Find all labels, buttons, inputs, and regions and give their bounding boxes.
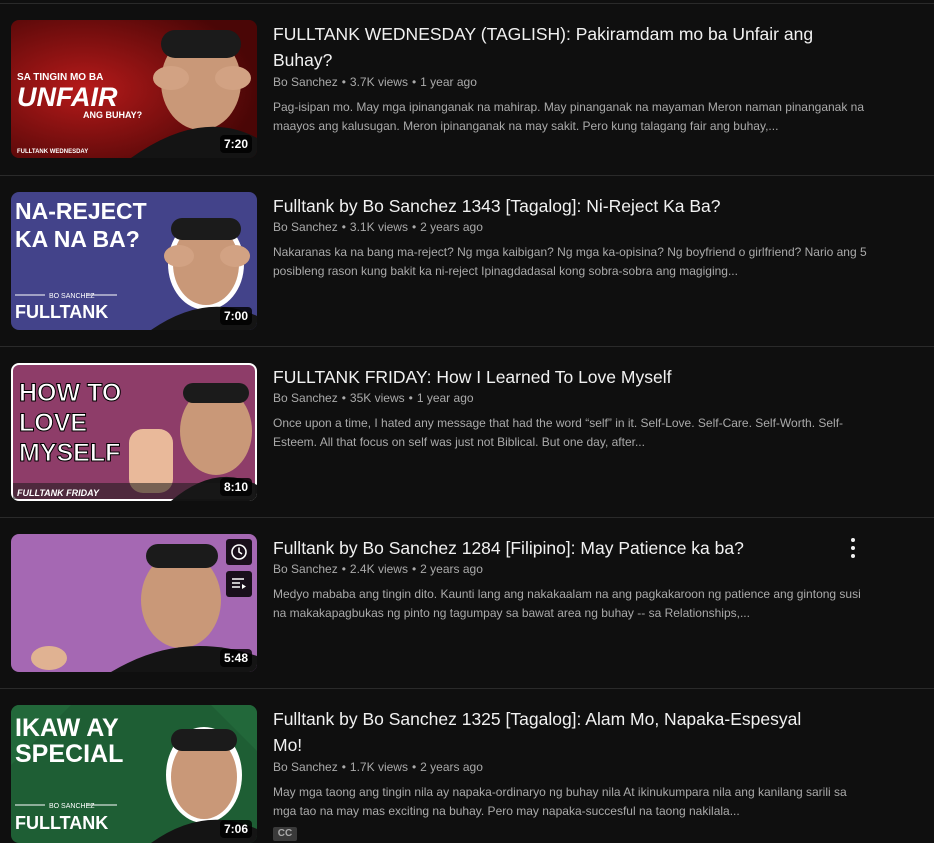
thumb-text: MYSELF [19, 439, 120, 467]
upload-age: 2 years ago [420, 760, 483, 774]
video-thumbnail[interactable]: 5:48 [11, 534, 257, 672]
channel-name[interactable]: Bo Sanchez [273, 220, 338, 234]
thumb-text: BO SANCHEZ [49, 293, 95, 300]
channel-name[interactable]: Bo Sanchez [273, 75, 338, 89]
video-row[interactable]: IKAW AY SPECIAL BO SANCHEZ FULLTANK 7:06… [0, 705, 934, 843]
upload-age: 2 years ago [420, 220, 483, 234]
video-meta: Bo Sanchez • 1.7K views • 2 years ago [273, 760, 483, 774]
thumb-text: UNFAIR [17, 82, 118, 112]
channel-name[interactable]: Bo Sanchez [273, 760, 338, 774]
video-thumbnail[interactable]: SA TINGIN MO BA UNFAIR ANG BUHAY? FULLTA… [11, 20, 257, 158]
upload-age: 2 years ago [420, 562, 483, 576]
video-duration: 7:00 [219, 307, 252, 325]
view-count: 1.7K views [349, 760, 408, 774]
thumb-text: NA-REJECT [15, 198, 147, 224]
video-title[interactable]: FULLTANK WEDNESDAY (TAGLISH): Pakiramdam… [273, 21, 833, 73]
video-title[interactable]: Fulltank by Bo Sanchez 1284 [Filipino]: … [273, 535, 833, 561]
add-to-queue-button[interactable] [226, 571, 252, 597]
video-description: Pag-isipan mo. May mga ipinanganak na ma… [273, 100, 865, 133]
video-row[interactable]: NA-REJECT KA NA BA? BO SANCHEZ FULLTANK … [0, 192, 934, 363]
upload-age: 1 year ago [416, 391, 474, 405]
video-duration: 5:48 [219, 649, 252, 667]
video-row[interactable]: 5:48 Fulltank by Bo Sanchez 1284 [Filipi… [0, 534, 934, 705]
video-thumbnail[interactable]: HOW TO LOVE MYSELF FULLTANK FRIDAY 8:10 [11, 363, 257, 501]
divider [0, 3, 934, 4]
thumb-text: KA NA BA? [15, 226, 140, 252]
video-row[interactable]: HOW TO LOVE MYSELF FULLTANK FRIDAY 8:10 … [0, 363, 934, 534]
divider [0, 517, 934, 518]
video-description: Once upon a time, I hated any message th… [273, 416, 844, 449]
video-description: May mga taong ang tingin nila ay napaka-… [273, 785, 847, 818]
video-duration: 7:20 [219, 135, 252, 153]
watch-later-button[interactable] [226, 539, 252, 565]
thumb-text: ANG BUHAY? [83, 110, 142, 120]
view-count: 2.4K views [349, 562, 408, 576]
thumb-text: LOVE [19, 409, 87, 437]
video-meta: Bo Sanchez • 3.7K views • 1 year ago [273, 75, 477, 89]
video-description: Medyo mababa ang tingin dito. Kaunti lan… [273, 587, 861, 620]
video-meta: Bo Sanchez • 35K views • 1 year ago [273, 391, 474, 405]
video-row[interactable]: SA TINGIN MO BA UNFAIR ANG BUHAY? FULLTA… [0, 20, 934, 191]
video-duration: 8:10 [219, 478, 252, 496]
video-duration: 7:06 [219, 820, 252, 838]
video-description: Nakaranas ka na bang ma-reject? Ng mga k… [273, 245, 867, 278]
thumb-text: SPECIAL [15, 740, 123, 768]
upload-age: 1 year ago [420, 75, 477, 89]
view-count: 3.1K views [349, 220, 408, 234]
watch-later-icon [231, 544, 247, 560]
video-thumbnail[interactable]: NA-REJECT KA NA BA? BO SANCHEZ FULLTANK … [11, 192, 257, 330]
thumb-text: FULLTANK [15, 302, 108, 322]
view-count: 3.7K views [349, 75, 408, 89]
video-title[interactable]: Fulltank by Bo Sanchez 1343 [Tagalog]: N… [273, 193, 833, 219]
divider [0, 346, 934, 347]
channel-name[interactable]: Bo Sanchez [273, 391, 338, 405]
view-count: 35K views [349, 391, 405, 405]
more-actions-icon[interactable] [846, 538, 860, 558]
video-title[interactable]: FULLTANK FRIDAY: How I Learned To Love M… [273, 364, 833, 390]
thumb-text: FULLTANK FRIDAY [17, 488, 100, 498]
add-to-queue-icon [232, 578, 246, 589]
channel-name[interactable]: Bo Sanchez [273, 562, 338, 576]
video-meta: Bo Sanchez • 3.1K views • 2 years ago [273, 220, 483, 234]
thumb-text: FULLTANK WEDNESDAY [17, 149, 88, 155]
divider [0, 688, 934, 689]
video-meta: Bo Sanchez • 2.4K views • 2 years ago [273, 562, 483, 576]
thumb-text: HOW TO [19, 379, 121, 407]
video-title[interactable]: Fulltank by Bo Sanchez 1325 [Tagalog]: A… [273, 706, 833, 758]
divider [0, 175, 934, 176]
thumb-text: BO SANCHEZ [49, 803, 95, 810]
thumb-text: IKAW AY [15, 714, 119, 742]
thumb-text: FULLTANK [15, 813, 108, 833]
video-thumbnail[interactable]: IKAW AY SPECIAL BO SANCHEZ FULLTANK 7:06 [11, 705, 257, 843]
